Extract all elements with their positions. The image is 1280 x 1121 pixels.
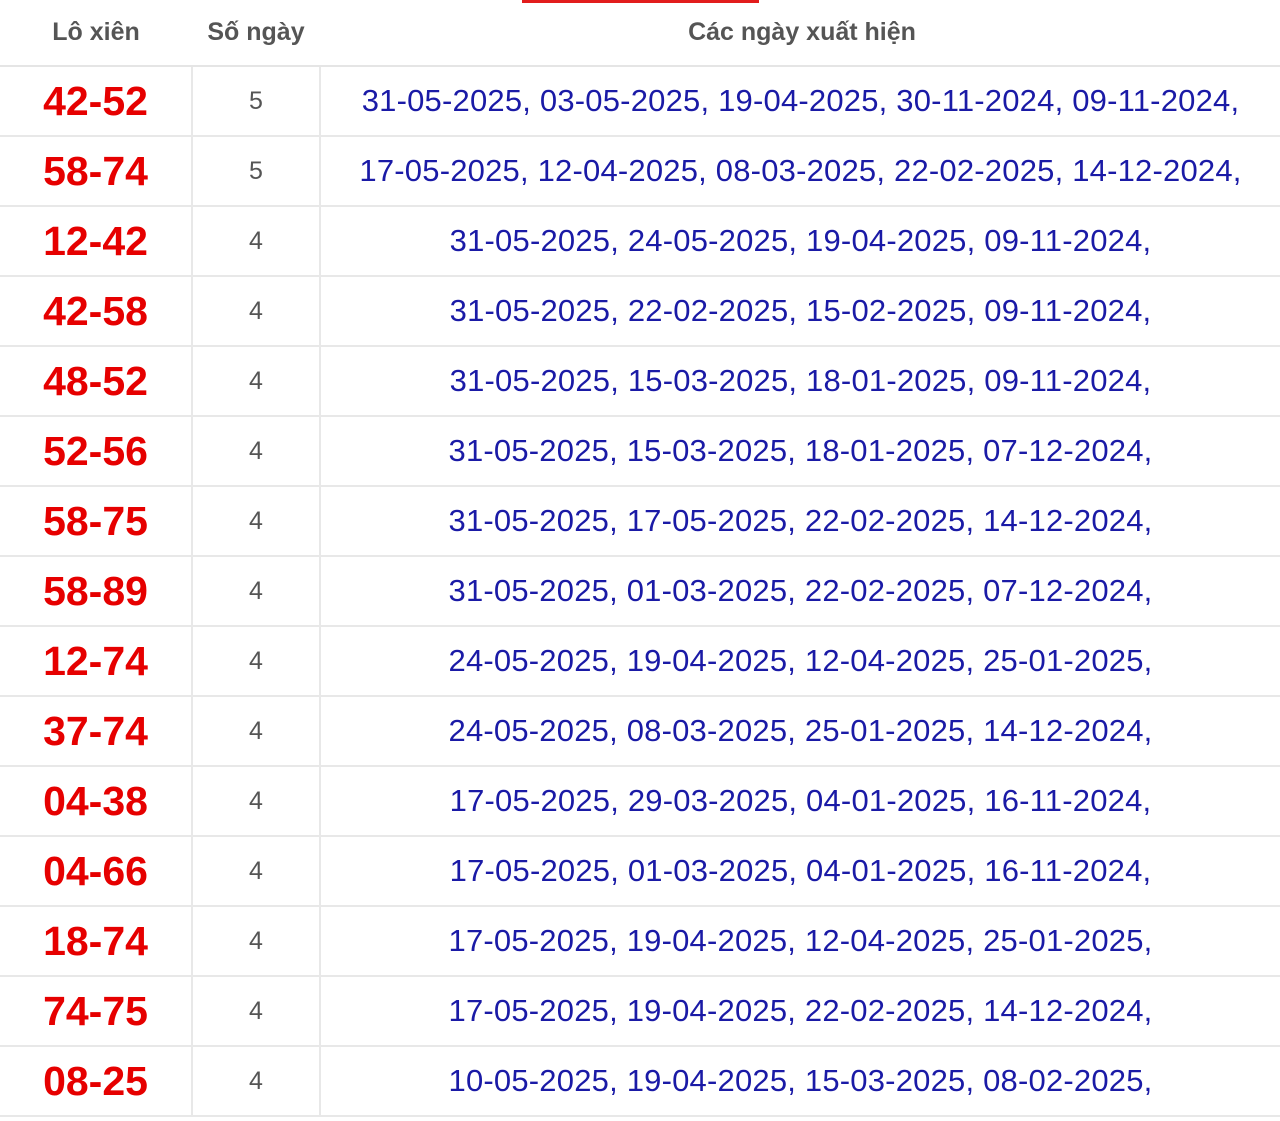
table-row: 42-52 5 31-05-2025, 03-05-2025, 19-04-20… <box>0 66 1280 137</box>
table-row: 74-75 4 17-05-2025, 19-04-2025, 22-02-20… <box>0 976 1280 1047</box>
table-row: 58-75 4 31-05-2025, 17-05-2025, 22-02-20… <box>0 486 1280 557</box>
pair-cell: 18-74 <box>0 906 193 977</box>
pair-cell: 04-66 <box>0 836 193 907</box>
table-row: 04-66 4 17-05-2025, 01-03-2025, 04-01-20… <box>0 836 1280 907</box>
table-row: 08-25 4 10-05-2025, 19-04-2025, 15-03-20… <box>0 1046 1280 1117</box>
pair-cell: 12-74 <box>0 626 193 697</box>
header-days: Số ngày <box>192 0 320 67</box>
pair-cell: 58-74 <box>0 136 193 207</box>
table-row: 04-38 4 17-05-2025, 29-03-2025, 04-01-20… <box>0 766 1280 837</box>
dates-cell: 31-05-2025, 01-03-2025, 22-02-2025, 07-1… <box>320 556 1280 627</box>
days-cell: 4 <box>192 696 321 767</box>
dates-cell: 31-05-2025, 03-05-2025, 19-04-2025, 30-1… <box>320 66 1280 137</box>
dates-cell: 17-05-2025, 19-04-2025, 22-02-2025, 14-1… <box>320 976 1280 1047</box>
days-cell: 4 <box>192 626 321 697</box>
dates-cell: 31-05-2025, 15-03-2025, 18-01-2025, 09-1… <box>320 346 1280 417</box>
pair-cell: 58-75 <box>0 486 193 557</box>
pair-cell: 48-52 <box>0 346 193 417</box>
days-cell: 4 <box>192 906 321 977</box>
days-cell: 5 <box>192 66 321 137</box>
table-row: 58-89 4 31-05-2025, 01-03-2025, 22-02-20… <box>0 556 1280 627</box>
dates-cell: 31-05-2025, 15-03-2025, 18-01-2025, 07-1… <box>320 416 1280 487</box>
days-cell: 4 <box>192 836 321 907</box>
header-dates: Các ngày xuất hiện <box>320 0 1280 67</box>
days-cell: 4 <box>192 556 321 627</box>
dates-cell: 17-05-2025, 01-03-2025, 04-01-2025, 16-1… <box>320 836 1280 907</box>
days-cell: 4 <box>192 276 321 347</box>
dates-cell: 31-05-2025, 17-05-2025, 22-02-2025, 14-1… <box>320 486 1280 557</box>
table-row: 12-74 4 24-05-2025, 19-04-2025, 12-04-20… <box>0 626 1280 697</box>
dates-cell: 17-05-2025, 29-03-2025, 04-01-2025, 16-1… <box>320 766 1280 837</box>
pair-cell: 08-25 <box>0 1046 193 1117</box>
pair-cell: 37-74 <box>0 696 193 767</box>
table-row: 42-58 4 31-05-2025, 22-02-2025, 15-02-20… <box>0 276 1280 347</box>
header-pair: Lô xiên <box>0 0 192 67</box>
dates-cell: 24-05-2025, 08-03-2025, 25-01-2025, 14-1… <box>320 696 1280 767</box>
pair-cell: 12-42 <box>0 206 193 277</box>
days-cell: 4 <box>192 206 321 277</box>
table-row: 48-52 4 31-05-2025, 15-03-2025, 18-01-20… <box>0 346 1280 417</box>
dates-cell: 31-05-2025, 22-02-2025, 15-02-2025, 09-1… <box>320 276 1280 347</box>
dates-cell: 17-05-2025, 19-04-2025, 12-04-2025, 25-0… <box>320 906 1280 977</box>
days-cell: 4 <box>192 346 321 417</box>
table-row: 52-56 4 31-05-2025, 15-03-2025, 18-01-20… <box>0 416 1280 487</box>
table-row: 12-42 4 31-05-2025, 24-05-2025, 19-04-20… <box>0 206 1280 277</box>
pair-cell: 04-38 <box>0 766 193 837</box>
dates-cell: 31-05-2025, 24-05-2025, 19-04-2025, 09-1… <box>320 206 1280 277</box>
table-row: 18-74 4 17-05-2025, 19-04-2025, 12-04-20… <box>0 906 1280 977</box>
pair-cell: 42-58 <box>0 276 193 347</box>
table-row: 37-74 4 24-05-2025, 08-03-2025, 25-01-20… <box>0 696 1280 767</box>
days-cell: 4 <box>192 976 321 1047</box>
table-row: 58-74 5 17-05-2025, 12-04-2025, 08-03-20… <box>0 136 1280 207</box>
days-cell: 4 <box>192 486 321 557</box>
lo-xien-table: Lô xiên Số ngày Các ngày xuất hiện 42-52… <box>0 0 1280 1117</box>
pair-cell: 58-89 <box>0 556 193 627</box>
pair-cell: 74-75 <box>0 976 193 1047</box>
days-cell: 4 <box>192 416 321 487</box>
days-cell: 5 <box>192 136 321 207</box>
table-header-row: Lô xiên Số ngày Các ngày xuất hiện <box>0 0 1280 67</box>
pair-cell: 42-52 <box>0 66 193 137</box>
pair-cell: 52-56 <box>0 416 193 487</box>
dates-cell: 24-05-2025, 19-04-2025, 12-04-2025, 25-0… <box>320 626 1280 697</box>
days-cell: 4 <box>192 766 321 837</box>
days-cell: 4 <box>192 1046 321 1117</box>
dates-cell: 17-05-2025, 12-04-2025, 08-03-2025, 22-0… <box>320 136 1280 207</box>
dates-cell: 10-05-2025, 19-04-2025, 15-03-2025, 08-0… <box>320 1046 1280 1117</box>
